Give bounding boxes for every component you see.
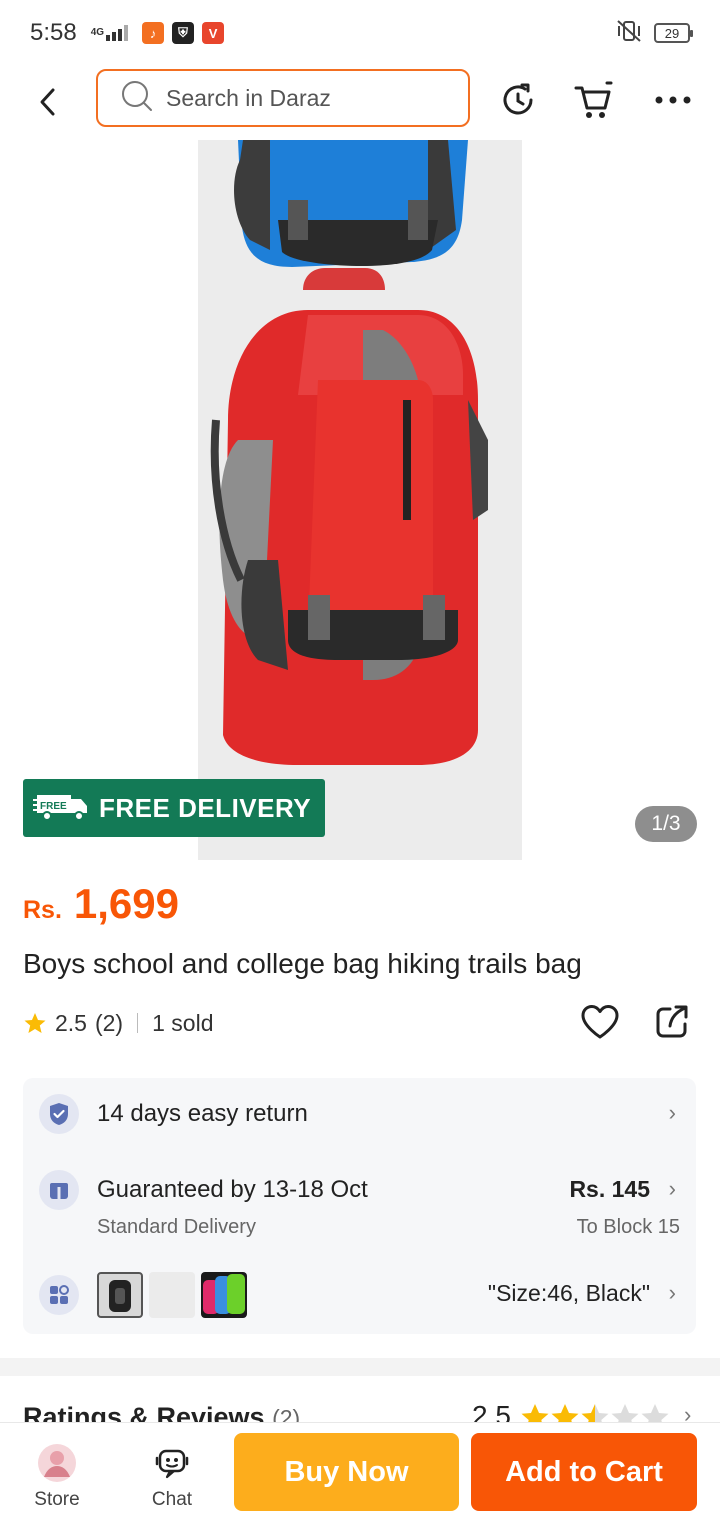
reviews-title-text: Ratings & Reviews <box>23 1402 265 1422</box>
chevron-right-icon: › <box>668 1176 676 1201</box>
status-bar: 5:58 4G ♪ ⛨ V 29 <box>0 0 720 66</box>
image-page-indicator: 1/3 <box>635 806 697 842</box>
share-icon <box>656 1005 688 1038</box>
search-icon <box>120 79 154 118</box>
signal-icon <box>106 25 129 41</box>
product-title: Boys school and college bag hiking trail… <box>23 948 582 979</box>
search-placeholder: Search in Daraz <box>166 84 331 111</box>
divider <box>137 1013 139 1033</box>
variant-thumb-blank[interactable] <box>149 1272 195 1318</box>
star-icon <box>23 1011 47 1035</box>
bottom-action-bar: Store Chat Buy Now Add to Cart <box>0 1422 720 1520</box>
rating-count: (2) <box>94 1009 124 1036</box>
variant-thumb-multicolor[interactable] <box>201 1272 247 1318</box>
more-icon <box>655 96 691 104</box>
status-time: 5:58 <box>30 19 77 46</box>
wishlist-button[interactable] <box>578 1000 622 1044</box>
free-badge-text: FREE <box>40 801 67 812</box>
product-image <box>198 140 522 860</box>
chevron-right-icon: › <box>684 1402 692 1422</box>
top-nav: Search in Daraz <box>0 66 720 140</box>
delivery-row[interactable]: Guaranteed by 13-18 Oct Standard Deliver… <box>23 1170 696 1240</box>
price-amount: 1,699 <box>73 880 180 927</box>
chat-bot-icon <box>152 1443 192 1483</box>
grid-icon <box>39 1275 79 1315</box>
delivery-fee: Rs. 145 <box>569 1176 650 1202</box>
refresh-icon <box>503 83 533 115</box>
share-button[interactable] <box>652 1002 692 1042</box>
more-button[interactable] <box>650 78 694 122</box>
network-type: 4G <box>90 27 105 38</box>
cart-icon <box>574 81 613 118</box>
product-price: Rs. 1,699 <box>23 880 179 928</box>
back-button[interactable] <box>30 84 66 120</box>
vibrate-off-icon <box>614 19 644 48</box>
variant-selected-text: "Size:46, Black" <box>487 1280 650 1306</box>
battery-icon: 29 <box>654 23 693 43</box>
delivery-guarantee-text: Guaranteed by 13-18 Oct <box>97 1176 368 1203</box>
section-divider <box>0 1358 720 1376</box>
delivery-type-text: Standard Delivery <box>97 1216 256 1238</box>
delivery-truck-icon: FREE <box>33 790 91 827</box>
return-policy-row[interactable]: 14 days easy return › <box>23 1094 696 1134</box>
daraz-app-icon: ♪ <box>142 22 165 44</box>
price-currency: Rs. <box>23 896 62 924</box>
shield-check-icon <box>39 1094 79 1134</box>
buy-now-button[interactable]: Buy Now <box>234 1433 459 1511</box>
reviews-score: 2.5 <box>472 1400 511 1422</box>
reviews-count: (2) <box>272 1405 301 1422</box>
ratings-reviews-header[interactable]: Ratings & Reviews (2) 2.5 › <box>0 1376 720 1422</box>
return-policy-text: 14 days easy return <box>97 1100 308 1127</box>
reviews-title: Ratings & Reviews (2) <box>23 1402 300 1422</box>
rating-summary[interactable]: 2.5 (2) 1 sold <box>23 1008 213 1038</box>
chevron-right-icon: › <box>668 1100 676 1125</box>
package-icon <box>39 1170 79 1210</box>
shield-app-icon: ⛨ <box>172 22 195 44</box>
delivery-location: To Block 15 <box>576 1216 680 1238</box>
product-image-gallery[interactable]: FREE FREE DELIVERY 1/3 <box>0 140 720 860</box>
review-stars <box>520 1402 670 1422</box>
cart-button[interactable] <box>572 78 616 122</box>
store-label: Store <box>34 1489 80 1510</box>
chat-label: Chat <box>151 1489 193 1510</box>
service-info-card: 14 days easy return › Guaranteed by 13-1… <box>23 1078 696 1334</box>
chevron-left-icon <box>40 88 55 116</box>
sold-count: 1 sold <box>152 1009 214 1036</box>
chat-button[interactable]: Chat <box>132 1443 212 1511</box>
variant-thumb-black[interactable] <box>97 1272 143 1318</box>
variant-row[interactable]: "Size:46, Black" › <box>23 1272 696 1318</box>
chevron-right-icon: › <box>668 1280 676 1305</box>
heart-icon <box>581 1005 619 1039</box>
search-input[interactable]: Search in Daraz <box>96 69 470 127</box>
free-delivery-badge: FREE FREE DELIVERY <box>23 779 325 837</box>
rating-value: 2.5 <box>55 1009 87 1036</box>
history-button[interactable] <box>496 78 540 122</box>
store-avatar-icon <box>37 1443 77 1483</box>
v-app-icon: V <box>202 22 225 44</box>
add-to-cart-button[interactable]: Add to Cart <box>471 1433 697 1511</box>
store-button[interactable]: Store <box>17 1443 97 1511</box>
free-delivery-label: FREE DELIVERY <box>99 792 312 823</box>
